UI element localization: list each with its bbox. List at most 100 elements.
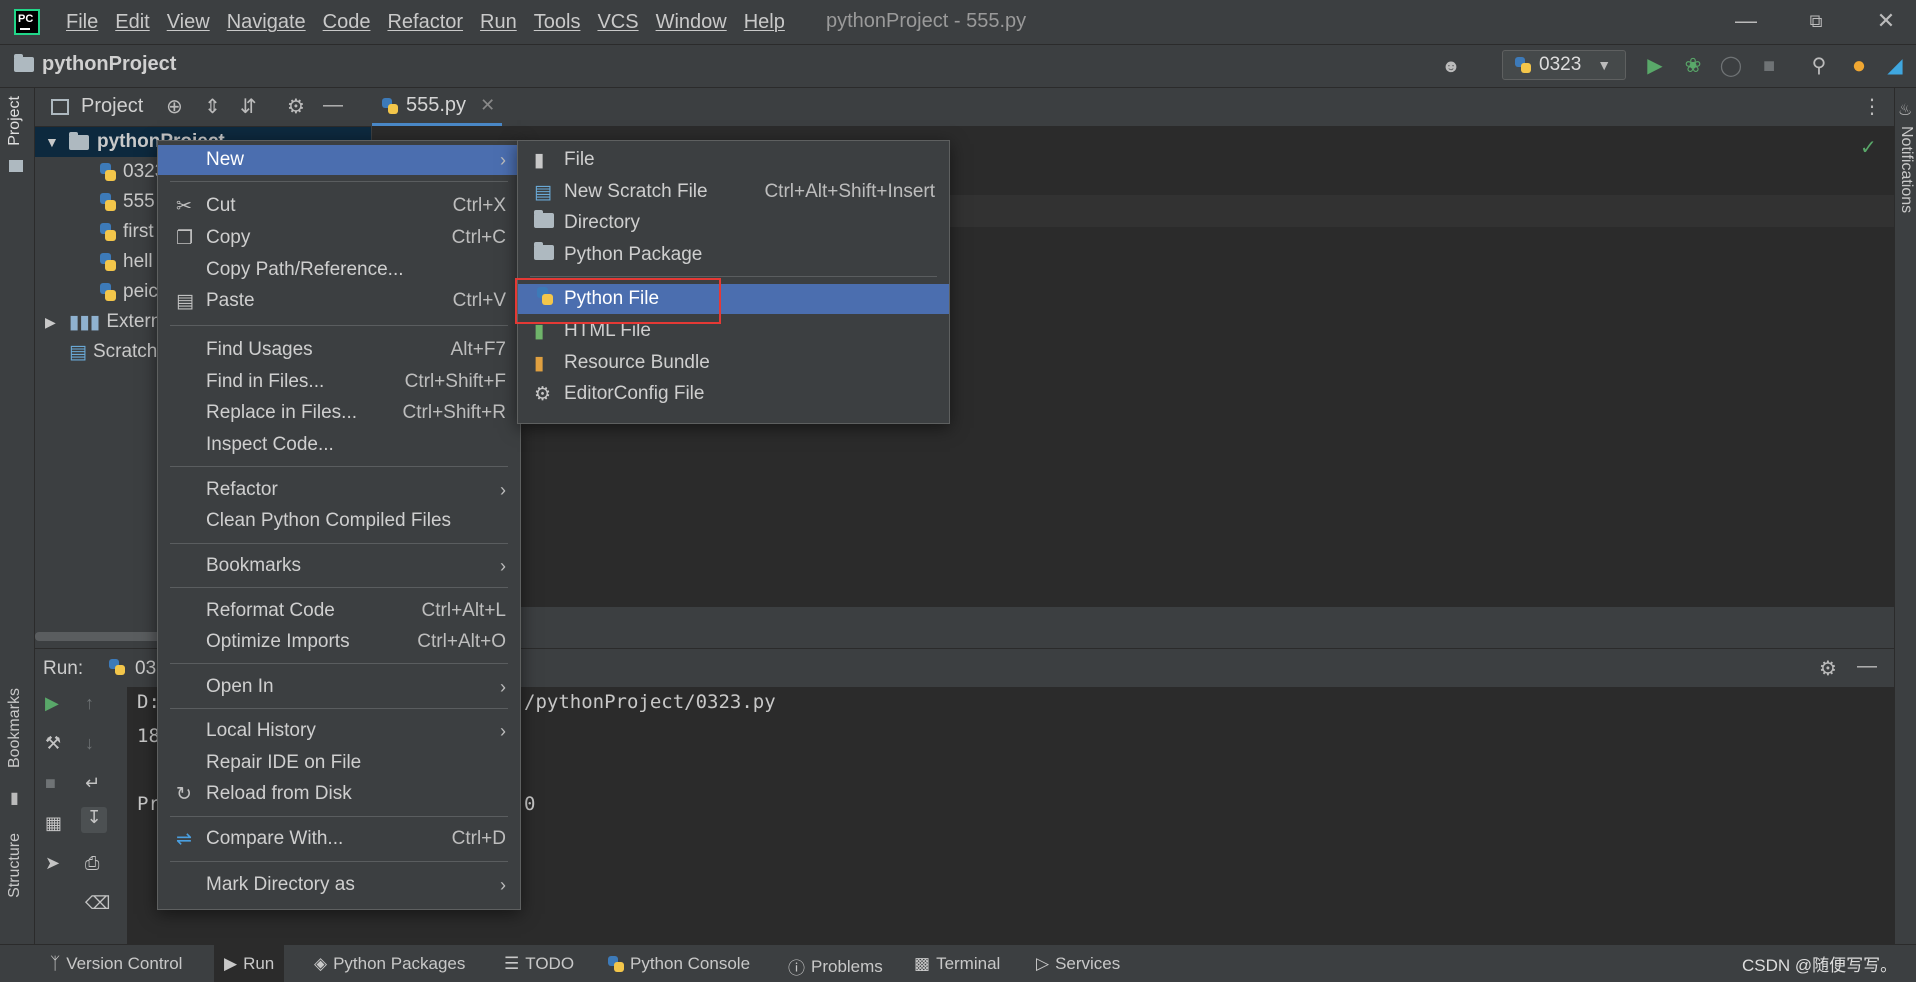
trash-icon[interactable]: ⌫	[85, 893, 110, 914]
submenu-item-directory[interactable]: Directory	[518, 208, 949, 238]
run-tool-button[interactable]: ▶ Run	[214, 945, 285, 982]
more-options-icon[interactable]: ⋮	[1862, 94, 1882, 119]
menu-item-bookmarks[interactable]: Bookmarks ›	[158, 551, 520, 581]
gear-icon[interactable]: ⚙	[1819, 656, 1837, 681]
submenu-item-new-scratch-file[interactable]: ▤ New Scratch File Ctrl+Alt+Shift+Insert	[518, 177, 949, 207]
minimize-icon[interactable]: —	[1726, 6, 1766, 36]
up-arrow-icon[interactable]: ↑	[85, 693, 94, 714]
structure-tool-button[interactable]: Structure	[6, 833, 24, 898]
menu-item-reformat-code[interactable]: Reformat Code Ctrl+Alt+L	[158, 596, 520, 626]
submenu-item-file[interactable]: ▮ File	[518, 145, 949, 175]
python-console-button[interactable]: Python Console	[608, 954, 750, 974]
menu-view[interactable]: View	[167, 11, 210, 34]
version-control-button[interactable]: ᛉ Version Control	[50, 954, 182, 974]
menu-item-replace-in-files[interactable]: Replace in Files... Ctrl+Shift+R	[158, 398, 520, 428]
python-file-icon	[382, 97, 398, 114]
scratch-file-icon: ▤	[534, 181, 552, 203]
menu-code[interactable]: Code	[323, 11, 371, 34]
terminal-button[interactable]: ▩ Terminal	[914, 954, 1000, 974]
menu-item-find-usages[interactable]: Find Usages Alt+F7	[158, 335, 520, 365]
menu-shortcut: Alt+F7	[450, 339, 506, 360]
menu-item-find-in-files[interactable]: Find in Files... Ctrl+Shift+F	[158, 367, 520, 397]
restore-icon[interactable]: ⧉	[1796, 6, 1836, 36]
menu-item-paste[interactable]: ▤ Paste Ctrl+V	[158, 286, 520, 316]
project-tool-button[interactable]: Project	[6, 96, 24, 146]
services-button[interactable]: ▷ Services	[1036, 954, 1120, 974]
python-packages-button[interactable]: ◈ Python Packages	[314, 954, 465, 974]
run-icon[interactable]: ▶	[1642, 53, 1668, 79]
menu-item-new[interactable]: New ›	[158, 145, 520, 175]
menu-help[interactable]: Help	[744, 11, 785, 34]
pin-icon[interactable]: ➤	[45, 853, 60, 874]
menu-item-optimize-imports[interactable]: Optimize Imports Ctrl+Alt+O	[158, 627, 520, 657]
chevron-down-icon[interactable]: ▼	[45, 134, 61, 150]
close-window-icon[interactable]: ✕	[1866, 6, 1906, 36]
menu-item-reload-from-disk[interactable]: ↻ Reload from Disk	[158, 779, 520, 809]
coverage-icon[interactable]: ◯	[1718, 53, 1744, 79]
todo-button[interactable]: ☰ TODO	[504, 954, 574, 974]
scroll-to-end-icon[interactable]: ↧	[81, 807, 107, 833]
notifications-bell-icon[interactable]: ♨	[1898, 100, 1912, 120]
menu-label: Repair IDE on File	[206, 752, 362, 773]
tab-555-py[interactable]: 555.py ✕	[372, 88, 502, 126]
menu-item-inspect-code[interactable]: Inspect Code...	[158, 430, 520, 460]
menu-item-repair-ide[interactable]: Repair IDE on File	[158, 748, 520, 778]
menu-item-clean-compiled[interactable]: Clean Python Compiled Files	[158, 506, 520, 536]
menu-file[interactable]: File	[66, 11, 98, 34]
jetbrains-icon[interactable]: ◢	[1882, 53, 1908, 79]
menu-vcs[interactable]: VCS	[597, 11, 638, 34]
menu-item-cut[interactable]: ✂ Cut Ctrl+X	[158, 191, 520, 221]
submenu-item-editorconfig-file[interactable]: ⚙ EditorConfig File	[518, 379, 949, 409]
inspection-ok-icon[interactable]: ✓	[1860, 135, 1877, 160]
gear-icon[interactable]: ⚙	[287, 94, 305, 119]
problems-button[interactable]: ⓘ Problems	[788, 954, 883, 979]
soft-wrap-icon[interactable]: ↵	[85, 773, 100, 794]
library-icon: ▮▮▮	[69, 311, 101, 333]
down-arrow-icon[interactable]: ↓	[85, 733, 94, 754]
debug-icon[interactable]: ❀	[1680, 53, 1706, 79]
menu-item-mark-directory[interactable]: Mark Directory as ›	[158, 870, 520, 900]
submenu-item-resource-bundle[interactable]: ▮ Resource Bundle	[518, 348, 949, 378]
project-panel-title[interactable]: Project	[81, 95, 143, 118]
menu-item-copy[interactable]: ❐ Copy Ctrl+C	[158, 223, 520, 253]
hide-panel-icon[interactable]: —	[323, 94, 343, 117]
breadcrumb[interactable]: pythonProject	[14, 53, 176, 76]
menu-separator	[170, 663, 508, 664]
notifications-tool-button[interactable]: Notifications	[1897, 126, 1915, 213]
menu-refactor[interactable]: Refactor	[387, 11, 463, 34]
run-tab-label[interactable]: 03	[135, 658, 156, 680]
chevron-down-icon: ▼	[1597, 57, 1612, 73]
search-icon[interactable]: ⚲	[1806, 53, 1832, 79]
chevron-right-icon: ›	[500, 874, 506, 895]
submenu-item-python-package[interactable]: Python Package	[518, 240, 949, 270]
close-tab-icon[interactable]: ✕	[480, 95, 495, 116]
menu-item-local-history[interactable]: Local History ›	[158, 716, 520, 746]
expand-all-icon[interactable]: ⇕	[204, 94, 221, 119]
locate-icon[interactable]: ⊕	[166, 94, 183, 119]
update-icon[interactable]: ●	[1846, 53, 1872, 79]
menu-run[interactable]: Run	[480, 11, 517, 34]
rerun-icon[interactable]: ▶	[45, 693, 59, 714]
resource-bundle-icon: ▮	[534, 352, 545, 374]
hide-panel-icon[interactable]: —	[1857, 655, 1877, 678]
menu-item-compare-with[interactable]: ⇌ Compare With... Ctrl+D	[158, 824, 520, 854]
menu-item-open-in[interactable]: Open In ›	[158, 672, 520, 702]
user-icon[interactable]: ☻▾	[1438, 53, 1464, 102]
chevron-right-icon[interactable]: ▶	[45, 314, 61, 331]
menu-navigate[interactable]: Navigate	[227, 11, 306, 34]
stop-icon[interactable]: ■	[45, 773, 56, 794]
editor-tabs: 555.py ✕ ⋮	[372, 88, 1894, 127]
print-icon[interactable]: ⎙	[85, 853, 99, 874]
run-configuration-select[interactable]: 0323 ▼	[1502, 50, 1626, 80]
bookmarks-tool-button[interactable]: Bookmarks	[6, 688, 24, 768]
collapse-all-icon[interactable]: ⇵	[240, 94, 257, 119]
stop-icon[interactable]: ■	[1756, 53, 1782, 79]
breadcrumb-project[interactable]: pythonProject	[42, 53, 176, 76]
menu-window[interactable]: Window	[656, 11, 727, 34]
wrench-icon[interactable]: ⚒	[45, 733, 61, 754]
menu-item-copy-path[interactable]: Copy Path/Reference...	[158, 255, 520, 285]
menu-item-refactor[interactable]: Refactor ›	[158, 475, 520, 505]
menu-edit[interactable]: Edit	[115, 11, 149, 34]
layout-icon[interactable]: ▦	[45, 813, 62, 834]
menu-tools[interactable]: Tools	[534, 11, 581, 34]
